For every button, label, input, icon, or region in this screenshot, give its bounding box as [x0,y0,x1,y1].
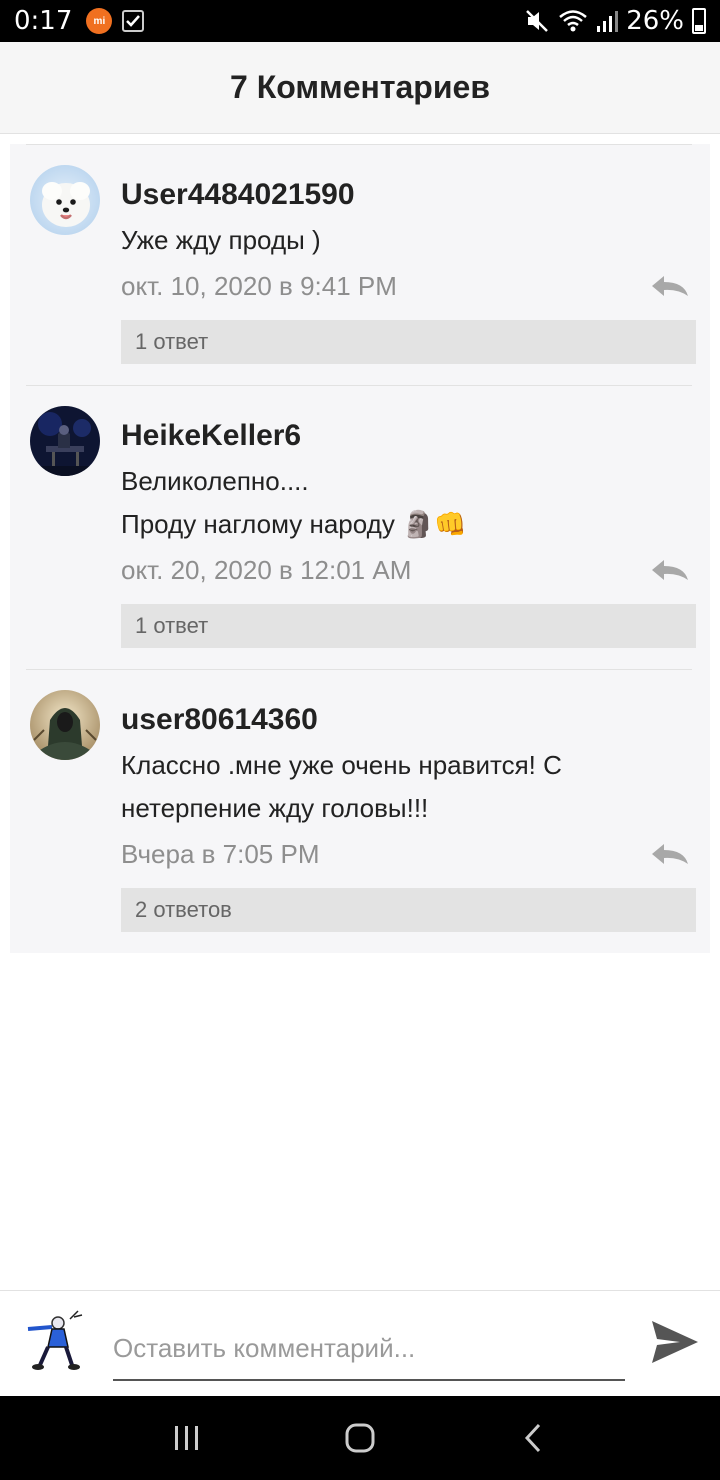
comment-username[interactable]: User4484021590 [121,175,692,215]
comment-date: окт. 20, 2020 в 12:01 AM [121,554,412,585]
signal-icon [597,11,619,32]
comment-username[interactable]: HeikeKeller6 [121,416,692,456]
comment-text: Классно .мне уже очень нравится! С нетер… [121,750,562,823]
comment-item: User4484021590 Уже жду проды ) окт. 10, … [26,144,696,385]
home-button[interactable] [340,1418,380,1458]
status-time: 0:17 [14,6,73,36]
replies-count: 1 ответ [135,329,209,354]
status-right: 26% [524,6,706,36]
wifi-icon [559,10,588,32]
comment-date: окт. 10, 2020 в 9:41 PM [121,270,397,301]
comments-header: 7 Комментариев [0,42,720,134]
my-avatar [18,1307,88,1377]
replies-button[interactable]: 1 ответ [121,320,696,364]
back-button[interactable] [513,1418,553,1458]
comment-date: Вчера в 7:05 PM [121,838,320,869]
comment-username[interactable]: user80614360 [121,700,692,740]
send-icon[interactable] [650,1317,700,1367]
comment-item: HeikeKeller6 Великолепно.... Проду нагло… [26,385,696,669]
page-title: 7 Комментариев [230,69,490,105]
recent-apps-icon [174,1426,198,1450]
reply-icon[interactable] [650,842,690,866]
replies-count: 2 ответов [135,897,232,922]
replies-button[interactable]: 2 ответов [121,888,696,932]
comment-item: user80614360 Классно .мне уже очень нрав… [26,669,696,953]
home-icon [345,1423,375,1453]
replies-button[interactable]: 1 ответ [121,604,696,648]
battery-percentage: 26% [626,6,684,36]
mi-app-icon: mi [86,8,113,34]
comment-text: Великолепно.... Проду наглому народу 🗿👊 [121,466,467,539]
checkbox-notification-icon [122,10,145,32]
comment-input-bar [0,1290,720,1396]
avatar[interactable] [30,690,100,760]
system-nav-bar [0,1396,720,1480]
battery-icon [692,8,706,34]
reply-icon[interactable] [650,558,690,582]
comment-text: Уже жду проды ) [121,225,321,255]
comments-list: User4484021590 Уже жду проды ) окт. 10, … [10,144,710,953]
comment-input[interactable] [113,1317,625,1381]
status-bar: 0:17 mi 26% [0,0,720,42]
mute-icon [526,10,549,32]
replies-count: 1 ответ [135,613,209,638]
recent-apps-button[interactable] [167,1418,207,1458]
back-icon [525,1423,541,1453]
avatar[interactable] [30,165,100,235]
avatar[interactable] [30,406,100,476]
reply-icon[interactable] [650,274,690,298]
